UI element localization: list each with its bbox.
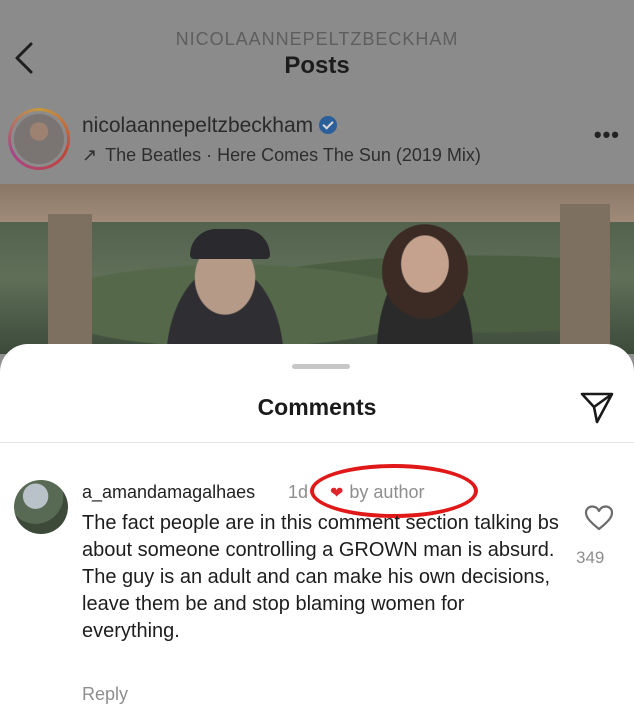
post-photo[interactable]	[0, 184, 634, 354]
comments-title: Comments	[257, 394, 377, 420]
post-author-link[interactable]: nicolaannepeltzbeckham	[82, 114, 338, 138]
verified-badge-icon	[319, 116, 338, 134]
comment-text: The fact people are in this comment sect…	[82, 512, 559, 642]
commenter-avatar[interactable]	[14, 480, 68, 534]
heart-outline-icon	[584, 505, 614, 531]
avatar	[14, 114, 64, 164]
reply-button[interactable]: Reply	[82, 684, 128, 705]
divider	[0, 442, 634, 443]
comments-sheet: Comments a_amandamagalhaes 1d ❤ by author…	[0, 344, 634, 724]
post-author-row: nicolaannepeltzbeckham ↗ The Beatles · He…	[0, 100, 634, 184]
post-music-link[interactable]: ↗ The Beatles · Here Comes The Sun (2019 …	[82, 145, 481, 166]
send-icon	[580, 392, 614, 424]
music-title: The Beatles · Here Comes The Sun (2019 M…	[105, 145, 481, 165]
sheet-drag-handle[interactable]	[292, 364, 350, 369]
comment-username[interactable]: a_amandamagalhaes	[82, 482, 255, 503]
comment-like-count: 349	[576, 548, 605, 567]
comment-timestamp: 1d	[288, 482, 309, 502]
arrow-up-right-icon: ↗	[82, 145, 98, 165]
account-name-caps: NICOLAANNEPELTZBECKHAM	[175, 29, 459, 49]
story-ring-avatar[interactable]	[8, 108, 70, 170]
post-author-name: nicolaannepeltzbeckham	[82, 114, 314, 137]
more-options-button[interactable]: •••	[594, 122, 620, 148]
post-header: NICOLAANNEPELTZBECKHAM Posts	[0, 0, 634, 100]
share-button[interactable]	[578, 388, 616, 426]
page-title: Posts	[284, 52, 350, 79]
comment-like-button[interactable]	[584, 504, 614, 532]
